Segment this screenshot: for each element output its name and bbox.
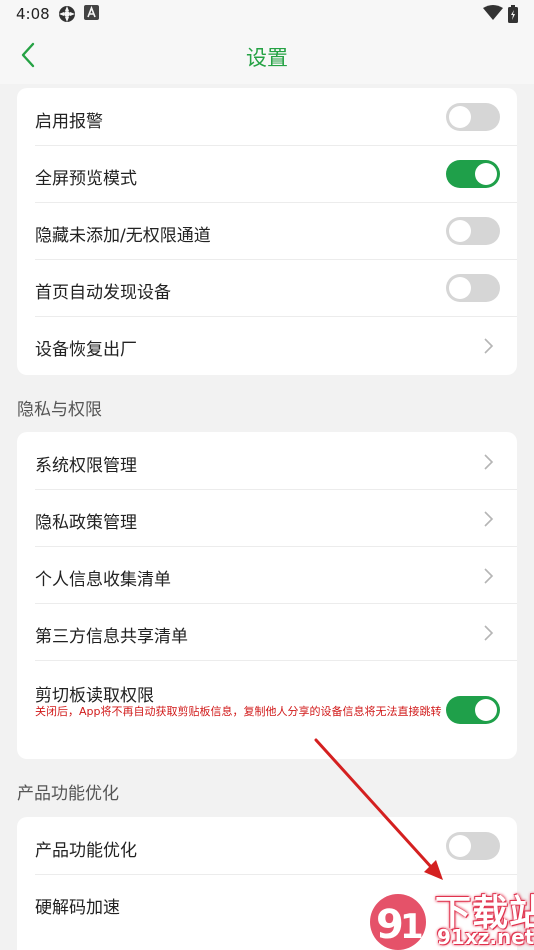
watermark-url: 91xz.net [437,925,534,949]
annotation-arrow [314,738,443,880]
svg-text:1: 1 [400,907,424,947]
